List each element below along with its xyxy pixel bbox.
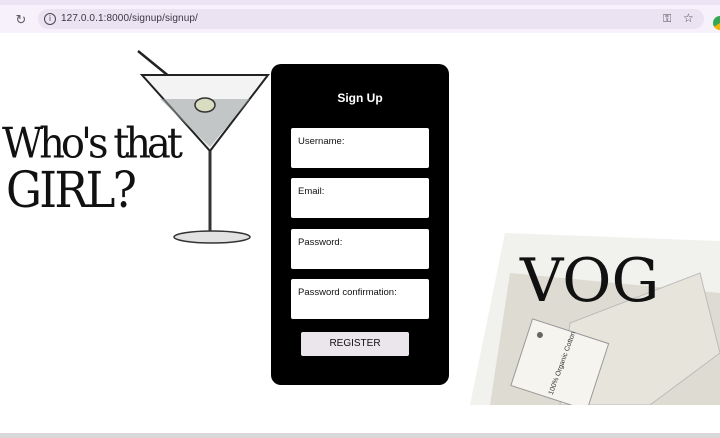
password-field[interactable]: Password: (291, 229, 429, 269)
martini-glass-image (137, 50, 271, 244)
username-label: Username: (298, 136, 345, 147)
username-field[interactable]: Username: (291, 128, 429, 168)
vogue-collage-image: VOG 100% Organic Cotton (450, 233, 720, 405)
browser-toolbar: ↻ i 127.0.0.1:8000/signup/signup/ ⚿ ☆ (0, 5, 720, 33)
extension-icon[interactable] (713, 16, 720, 30)
address-bar[interactable]: i 127.0.0.1:8000/signup/signup/ ⚿ ☆ (38, 9, 704, 29)
headline-line-2: GIRL? (6, 161, 137, 219)
password-label: Password: (298, 237, 343, 248)
info-icon[interactable]: i (44, 13, 56, 25)
password-confirmation-field[interactable]: Password confirmation: (291, 279, 429, 319)
key-icon[interactable]: ⚿ (663, 12, 671, 26)
star-icon[interactable]: ☆ (683, 11, 694, 25)
signup-card: Sign Up Username: Email: Password: Passw… (271, 64, 449, 385)
email-label: Email: (298, 186, 325, 197)
register-button[interactable]: REGISTER (301, 332, 409, 356)
signup-title: Sign Up (337, 91, 383, 105)
email-field[interactable]: Email: (291, 178, 429, 218)
collage-word: VOG (519, 246, 659, 316)
password-confirmation-label: Password confirmation: (298, 287, 397, 298)
reload-icon[interactable]: ↻ (14, 14, 28, 28)
url-text[interactable]: 127.0.0.1:8000/signup/signup/ (61, 13, 198, 24)
bottom-strip (0, 433, 720, 438)
